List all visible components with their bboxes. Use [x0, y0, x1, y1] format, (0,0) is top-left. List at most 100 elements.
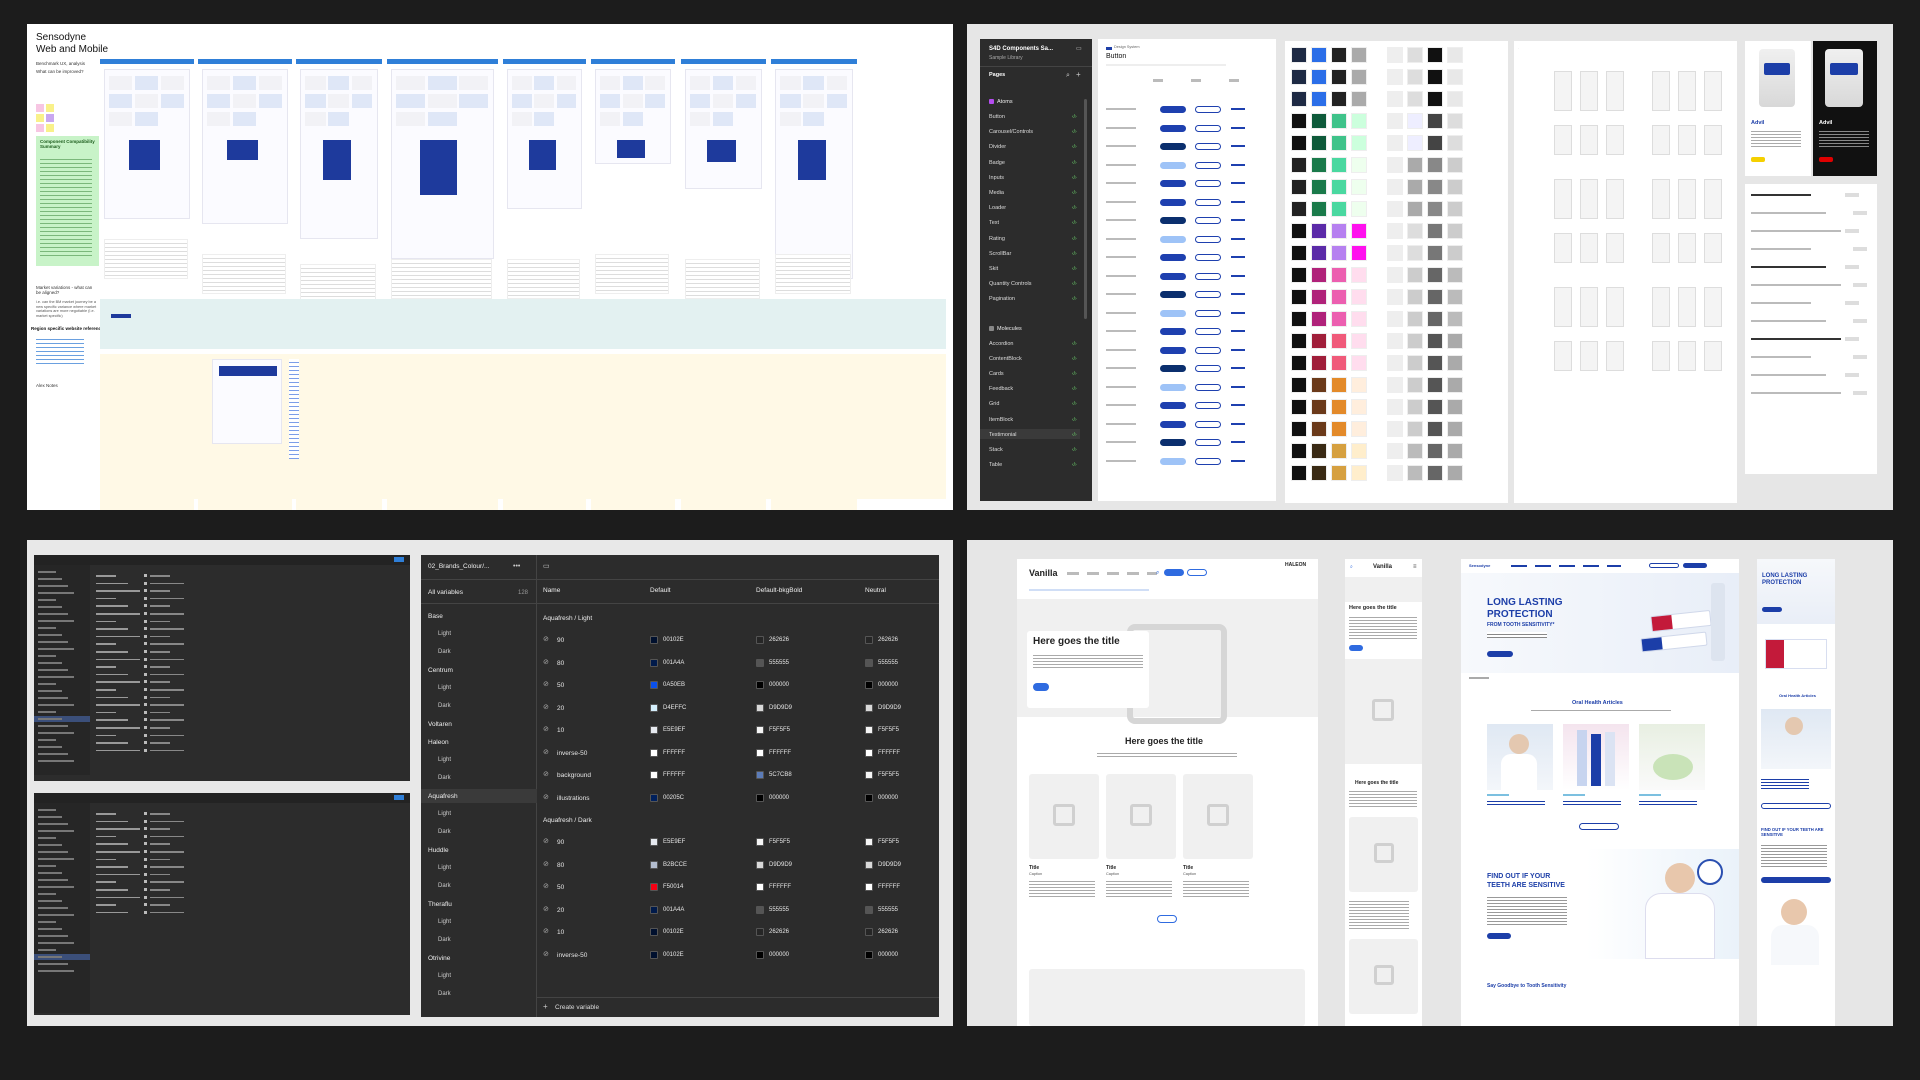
mini-sidebar-item[interactable] [38, 725, 68, 727]
color-swatch[interactable] [1447, 245, 1463, 261]
color-swatch[interactable] [1311, 311, 1327, 327]
color-swatch[interactable] [1427, 47, 1443, 63]
mini-sidebar-item[interactable] [38, 613, 68, 615]
benchmark-screenshot[interactable] [507, 69, 582, 209]
collection-item[interactable]: Otrivine [428, 955, 450, 962]
button-primary-sample[interactable] [1160, 346, 1186, 354]
color-swatch[interactable] [1447, 311, 1463, 327]
senso-hero-button[interactable] [1487, 651, 1513, 657]
swatch-frame[interactable] [1285, 41, 1508, 503]
button-text-sample[interactable] [1231, 311, 1245, 314]
button-secondary-sample[interactable] [1195, 198, 1221, 206]
color-swatch[interactable] [1311, 223, 1327, 239]
color-swatch[interactable] [1291, 355, 1307, 371]
variable-value[interactable]: FFFFFF [769, 884, 791, 890]
color-swatch[interactable] [1291, 179, 1307, 195]
button-secondary-sample[interactable] [1195, 143, 1221, 150]
color-swatch[interactable] [1427, 91, 1443, 107]
mobile-logo[interactable]: Vanilla [1373, 564, 1392, 570]
color-chip[interactable] [756, 681, 764, 689]
mini-sidebar-item[interactable] [38, 585, 68, 587]
variable-value[interactable]: 000000 [878, 952, 898, 958]
mini-sidebar-item[interactable] [38, 627, 56, 629]
color-swatch[interactable] [1311, 157, 1327, 173]
variable-value[interactable]: 000000 [878, 795, 898, 801]
mini-sidebar-item[interactable] [38, 816, 62, 818]
variable-name[interactable]: inverse-50 [557, 750, 587, 757]
wireframe-card[interactable] [1606, 287, 1624, 327]
button-secondary-sample[interactable] [1195, 402, 1221, 409]
variable-value[interactable]: D4EFFC [663, 705, 686, 711]
color-swatch[interactable] [1407, 113, 1423, 129]
wireframe-card[interactable] [1606, 71, 1624, 111]
color-swatch[interactable] [1351, 69, 1367, 85]
search-icon[interactable]: ⌕ [1066, 72, 1070, 79]
variable-name[interactable]: 80 [557, 862, 564, 869]
mini-sidebar-item[interactable] [38, 809, 56, 811]
color-swatch[interactable] [1407, 179, 1423, 195]
mini-sidebar-item[interactable] [38, 718, 62, 720]
mini-sidebar-item[interactable] [38, 935, 68, 937]
color-swatch[interactable] [1387, 289, 1403, 305]
button-primary-sample[interactable] [1160, 180, 1186, 187]
mini-sidebar-item[interactable] [38, 655, 56, 657]
mini-sidebar-item[interactable] [38, 634, 62, 636]
menu-icon[interactable]: ≡ [1413, 564, 1417, 570]
color-swatch[interactable] [1407, 135, 1423, 151]
color-swatch[interactable] [1351, 377, 1367, 393]
color-swatch[interactable] [1427, 69, 1443, 85]
button-secondary-sample[interactable] [1195, 328, 1221, 335]
vanilla-mobile-page[interactable]: ⌕ Vanilla ≡ Here goes the title Here goe… [1345, 559, 1422, 1026]
color-chip[interactable] [650, 860, 658, 869]
variable-name[interactable]: 20 [557, 907, 564, 914]
button-primary-sample[interactable] [1160, 217, 1186, 224]
mini-sidebar-item[interactable] [38, 739, 56, 741]
wireframe-card[interactable] [1652, 125, 1670, 155]
wireframe-card[interactable] [1652, 71, 1670, 111]
color-swatch[interactable] [1387, 333, 1403, 349]
mini-sidebar-item[interactable] [38, 711, 56, 713]
nav-links[interactable] [1511, 565, 1621, 567]
color-swatch[interactable] [1331, 135, 1347, 151]
color-chip[interactable] [650, 726, 658, 734]
wireframe-card[interactable] [1580, 179, 1598, 219]
mini-sidebar-item[interactable] [38, 928, 62, 930]
mode-item[interactable]: Light [438, 973, 451, 979]
color-swatch[interactable] [1387, 465, 1403, 481]
variable-name[interactable]: 10 [557, 727, 564, 734]
variable-value[interactable]: 00205C [663, 795, 684, 801]
variable-value[interactable]: E5E9EF [663, 727, 685, 733]
wireframe-card[interactable] [1580, 233, 1598, 263]
color-swatch[interactable] [1351, 443, 1367, 459]
variable-value[interactable]: 001A4A [663, 907, 684, 913]
wireframe-card[interactable] [1554, 71, 1572, 111]
sidebar-page-item[interactable]: Skit [989, 266, 998, 272]
variable-value[interactable]: F5F5F5 [878, 772, 899, 778]
button-text-sample[interactable] [1231, 385, 1245, 388]
color-swatch[interactable] [1331, 113, 1347, 129]
button-primary-sample[interactable] [1160, 235, 1186, 243]
mini-sidebar-item[interactable] [38, 851, 68, 853]
mode-item[interactable]: Light [438, 919, 451, 925]
color-swatch[interactable] [1291, 201, 1307, 217]
mini-sidebar-item[interactable] [38, 697, 68, 699]
mini-sidebar-item[interactable] [38, 879, 68, 881]
benchmark-screenshot[interactable] [202, 69, 288, 224]
mini-sidebar-item[interactable] [38, 760, 74, 762]
all-variables-label[interactable]: All variables [428, 589, 463, 597]
pagination-frame[interactable] [1745, 184, 1877, 474]
variable-value[interactable]: F50014 [663, 884, 683, 890]
wireframe-card[interactable] [1652, 341, 1670, 371]
button-secondary-sample[interactable] [1195, 457, 1221, 465]
variable-value[interactable]: F5F5F5 [769, 727, 790, 733]
button-secondary-sample[interactable] [1195, 217, 1221, 224]
button-primary-sample[interactable] [1160, 328, 1186, 335]
color-swatch[interactable] [1447, 399, 1463, 415]
color-swatch[interactable] [1447, 113, 1463, 129]
sidebar-page-item[interactable]: Pagination [989, 296, 1015, 302]
benchmark-screenshot[interactable] [391, 69, 494, 259]
wireframe-card[interactable] [1704, 71, 1722, 111]
hero-button[interactable] [1033, 683, 1049, 691]
mini-sidebar-item[interactable] [38, 872, 62, 874]
sidebar-page-item[interactable]: Table [989, 462, 1002, 468]
